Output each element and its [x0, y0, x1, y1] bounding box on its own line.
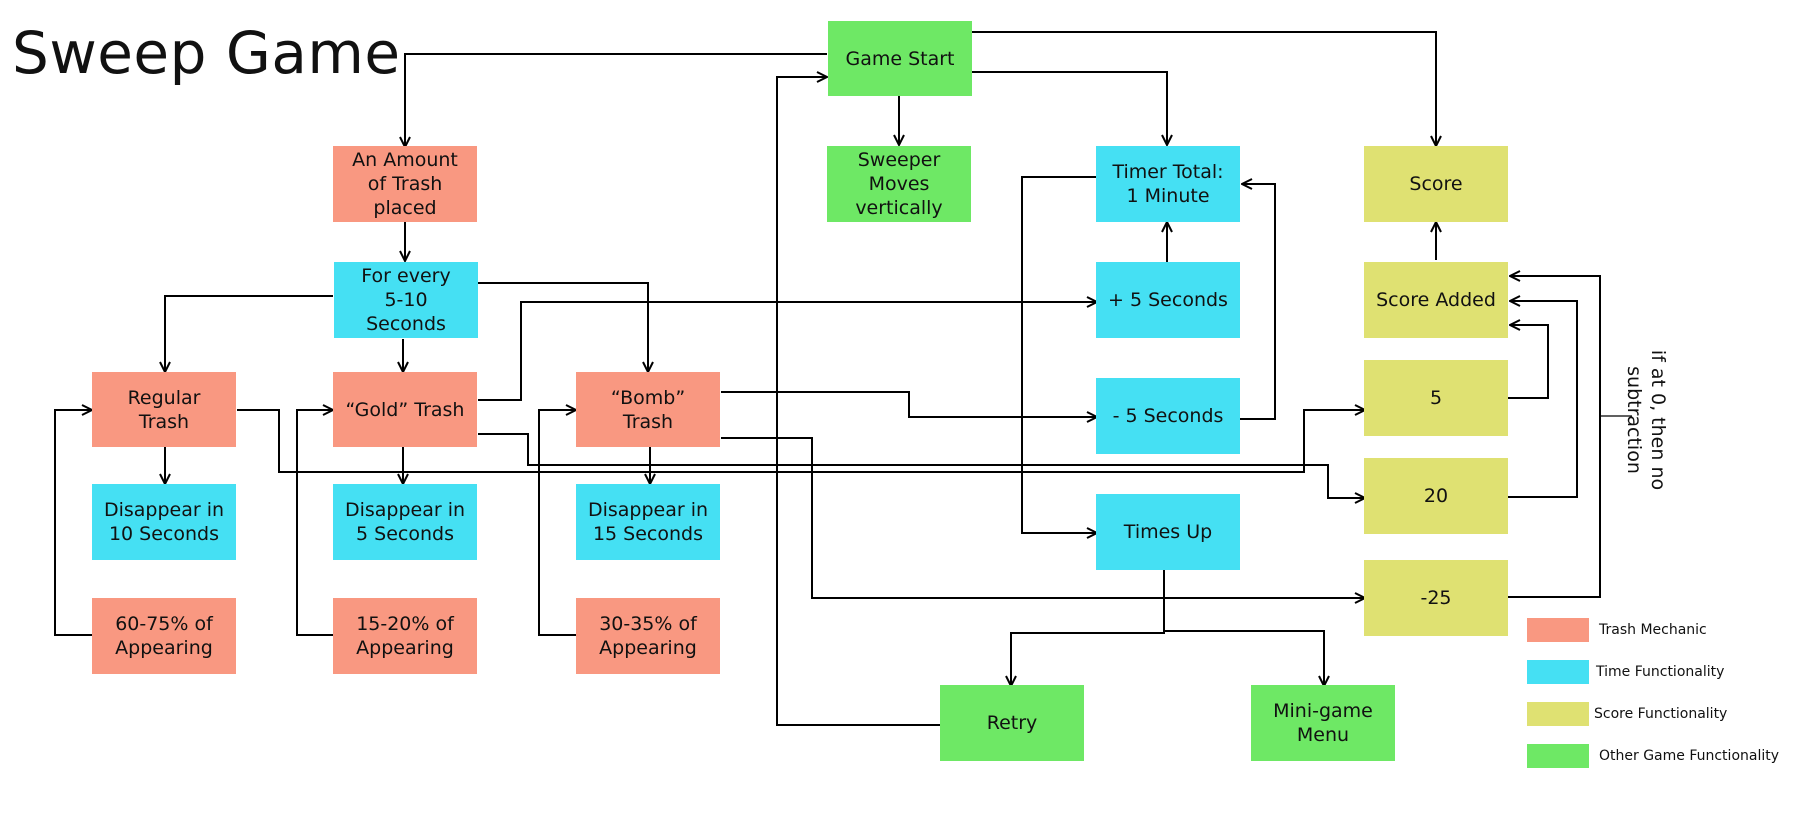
edge-timer-timesup — [1021, 176, 1097, 533]
node-minigame-menu: Mini-game Menu — [1251, 685, 1395, 761]
edge-gamestart-score — [972, 31, 1436, 146]
edge-forevery-regular — [165, 295, 333, 372]
edge-gold-plus5 — [478, 302, 1097, 401]
node-for-every: For every 5-10 Seconds — [334, 262, 478, 338]
node-disappear-10: Disappear in 10 Seconds — [92, 484, 236, 560]
edge-bomb-scoreminus25 — [721, 437, 1365, 598]
edge-minus5-timer — [1240, 184, 1276, 420]
annotation-no-subtraction: if at 0, then no subtraction — [1623, 349, 1669, 491]
legend-swatch-score — [1527, 702, 1589, 726]
edge-score5-added — [1508, 325, 1549, 399]
node-regular-chance: 60-75% of Appearing — [92, 598, 236, 674]
edge-gamestart-amounttrash — [405, 53, 827, 147]
node-minus-5-seconds: - 5 Seconds — [1096, 378, 1240, 454]
node-score: Score — [1364, 146, 1508, 222]
legend-item-time: Time Functionality — [1527, 660, 1724, 684]
edge-goldchance-gold — [296, 410, 333, 636]
node-score-20: 20 — [1364, 458, 1508, 534]
node-bomb-trash: “Bomb” Trash — [576, 372, 720, 447]
node-gold-chance: 15-20% of Appearing — [333, 598, 477, 674]
node-disappear-5: Disappear in 5 Seconds — [333, 484, 477, 560]
edge-regularchance-regular — [54, 410, 92, 636]
legend-item-score: Score Functionality — [1527, 702, 1727, 726]
connector-layer — [54, 31, 1632, 726]
legend-label: Time Functionality — [1596, 664, 1725, 680]
edge-forevery-bomb — [478, 282, 648, 372]
legend-label: Other Game Functionality — [1599, 748, 1780, 764]
legend-label: Trash Mechanic — [1599, 622, 1707, 638]
edge-timesup-menu — [1164, 630, 1324, 686]
node-score-minus-25: -25 — [1364, 560, 1508, 636]
edge-timesup-retry — [1011, 570, 1165, 686]
node-times-up: Times Up — [1096, 494, 1240, 570]
node-plus-5-seconds: + 5 Seconds — [1096, 262, 1240, 338]
legend-swatch-time — [1527, 660, 1589, 684]
node-sweeper-moves: Sweeper Moves vertically — [827, 146, 971, 222]
node-score-5: 5 — [1364, 360, 1508, 436]
node-amount-trash: An Amount of Trash placed — [333, 146, 477, 222]
legend-item-trash: Trash Mechanic — [1527, 618, 1707, 642]
node-regular-trash: Regular Trash — [92, 372, 236, 447]
legend-item-other: Other Game Functionality — [1527, 744, 1779, 768]
node-game-start: Game Start — [828, 21, 972, 96]
node-score-added: Score Added — [1364, 262, 1508, 338]
edge-gamestart-timer — [972, 71, 1167, 145]
node-retry: Retry — [940, 685, 1084, 761]
legend-swatch-trash — [1527, 618, 1589, 642]
node-timer-total: Timer Total: 1 Minute — [1096, 146, 1240, 222]
legend-label: Score Functionality — [1594, 706, 1728, 722]
legend-swatch-other — [1527, 744, 1589, 768]
edge-bombchance-bomb — [538, 410, 576, 636]
node-disappear-15: Disappear in 15 Seconds — [576, 484, 720, 560]
node-gold-trash: “Gold” Trash — [333, 372, 477, 447]
node-bomb-chance: 30-35% of Appearing — [576, 598, 720, 674]
